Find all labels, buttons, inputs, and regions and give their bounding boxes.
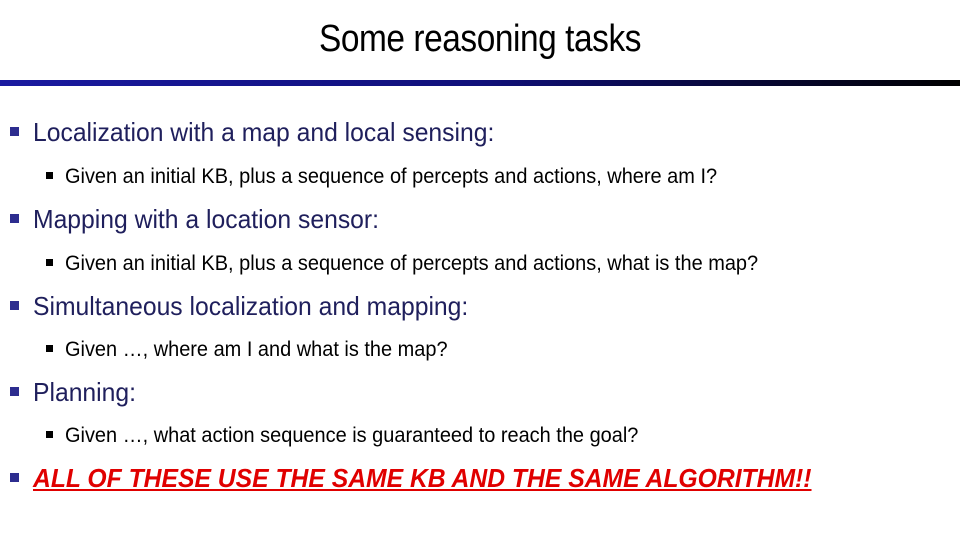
square-bullet-icon: [46, 430, 53, 438]
bullet-mapping: Mapping with a location sensor:: [10, 204, 397, 235]
sub-bullet-text: Given an initial KB, plus a sequence of …: [65, 252, 759, 275]
bullet-text: Localization with a map and local sensin…: [33, 117, 495, 147]
square-bullet-icon: [10, 472, 19, 482]
title-divider: [0, 80, 960, 86]
bullet-text: Simultaneous localization and mapping:: [33, 291, 469, 321]
sub-bullet-text: Given …, where am I and what is the map?: [65, 338, 448, 361]
bullet-planning: Planning:: [10, 377, 141, 408]
sub-bullet-text: Given …, what action sequence is guarant…: [65, 424, 639, 447]
square-bullet-icon: [46, 344, 53, 352]
square-bullet-icon: [46, 258, 53, 266]
square-bullet-icon: [10, 300, 19, 310]
bullet-text: Planning:: [33, 377, 137, 407]
bullet-localization: Localization with a map and local sensin…: [10, 117, 519, 148]
bullet-conclusion: ALL OF THESE USE THE SAME KB AND THE SAM…: [10, 463, 852, 494]
square-bullet-icon: [10, 213, 19, 223]
sub-bullet-text: Given an initial KB, plus a sequence of …: [65, 165, 718, 188]
square-bullet-icon: [10, 126, 19, 136]
sub-bullet-slam: Given …, where am I and what is the map?: [46, 338, 468, 362]
bullet-slam: Simultaneous localization and mapping:: [10, 291, 491, 322]
slide-title: Some reasoning tasks: [318, 18, 642, 60]
emphasis-text: ALL OF THESE USE THE SAME KB AND THE SAM…: [33, 463, 812, 493]
sub-bullet-planning: Given …, what action sequence is guarant…: [46, 424, 669, 448]
bullet-text: Mapping with a location sensor:: [33, 204, 379, 234]
square-bullet-icon: [46, 171, 53, 179]
sub-bullet-mapping: Given an initial KB, plus a sequence of …: [46, 252, 795, 276]
sub-bullet-localization: Given an initial KB, plus a sequence of …: [46, 165, 751, 189]
square-bullet-icon: [10, 386, 19, 396]
